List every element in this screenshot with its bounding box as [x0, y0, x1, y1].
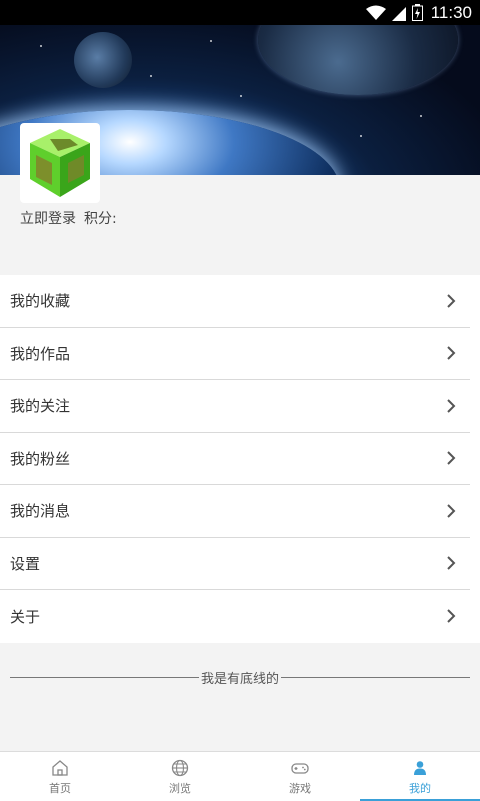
menu-item-following[interactable]: 我的关注: [0, 380, 470, 433]
chevron-right-icon: [447, 346, 456, 360]
login-row: 立即登录 积分:: [20, 208, 117, 228]
tab-games[interactable]: 游戏: [240, 752, 360, 801]
gamepad-icon: [291, 762, 309, 774]
chevron-right-icon: [447, 556, 456, 570]
chevron-right-icon: [447, 609, 456, 623]
menu-item-label: 设置: [10, 554, 41, 573]
tab-mine[interactable]: 我的: [360, 752, 480, 801]
home-icon: [52, 759, 68, 776]
profile-menu: 我的收藏 我的作品 我的关注 我的粉丝 我的消息 设置 关于: [0, 275, 480, 643]
bottom-tab-bar: 首页 浏览 游戏 我的: [0, 751, 480, 801]
wifi-icon: [365, 5, 386, 21]
tab-label: 我的: [409, 781, 431, 795]
menu-item-label: 我的消息: [10, 502, 71, 521]
end-of-list-text: 我是有底线的: [201, 672, 280, 687]
app-logo-cube: [30, 129, 90, 197]
banner-planet-large: [258, 25, 458, 95]
tab-label: 游戏: [289, 781, 311, 795]
menu-item-about[interactable]: 关于: [0, 590, 470, 643]
banner-star: [150, 75, 152, 77]
menu-item-settings[interactable]: 设置: [0, 538, 470, 590]
divider-line: [281, 677, 471, 678]
menu-item-label: 我的关注: [10, 397, 71, 416]
login-link[interactable]: 立即登录: [20, 208, 76, 228]
tab-browse[interactable]: 浏览: [120, 752, 240, 801]
signal-icon: [391, 5, 406, 21]
end-of-list-divider: 我是有底线的: [10, 668, 471, 687]
chevron-right-icon: [447, 451, 456, 465]
status-time: 11:30: [430, 2, 472, 22]
chevron-right-icon: [447, 504, 456, 518]
avatar[interactable]: [20, 123, 100, 203]
tab-label: 浏览: [169, 781, 191, 795]
tab-label: 首页: [49, 781, 71, 795]
banner-star: [240, 95, 242, 97]
menu-item-works[interactable]: 我的作品: [0, 328, 470, 380]
chevron-right-icon: [447, 399, 456, 413]
banner-planet-small: [74, 32, 132, 88]
menu-item-label: 我的收藏: [10, 292, 71, 311]
banner-star: [40, 45, 42, 47]
divider-line: [10, 677, 199, 678]
menu-item-favorites[interactable]: 我的收藏: [0, 275, 470, 328]
battery-icon: [411, 4, 423, 21]
menu-item-label: 我的粉丝: [10, 449, 71, 468]
banner-star: [210, 40, 212, 42]
points-label: 积分:: [84, 211, 117, 227]
menu-item-label: 我的作品: [10, 344, 71, 363]
globe-icon: [171, 759, 189, 776]
banner-star: [420, 115, 422, 117]
status-bar: 11:30: [0, 0, 480, 25]
menu-item-fans[interactable]: 我的粉丝: [0, 433, 470, 485]
menu-item-label: 关于: [10, 607, 41, 626]
chevron-right-icon: [447, 294, 456, 308]
tab-home[interactable]: 首页: [0, 752, 120, 801]
menu-item-messages[interactable]: 我的消息: [0, 485, 470, 538]
user-icon: [414, 760, 426, 775]
banner-star: [360, 135, 362, 137]
